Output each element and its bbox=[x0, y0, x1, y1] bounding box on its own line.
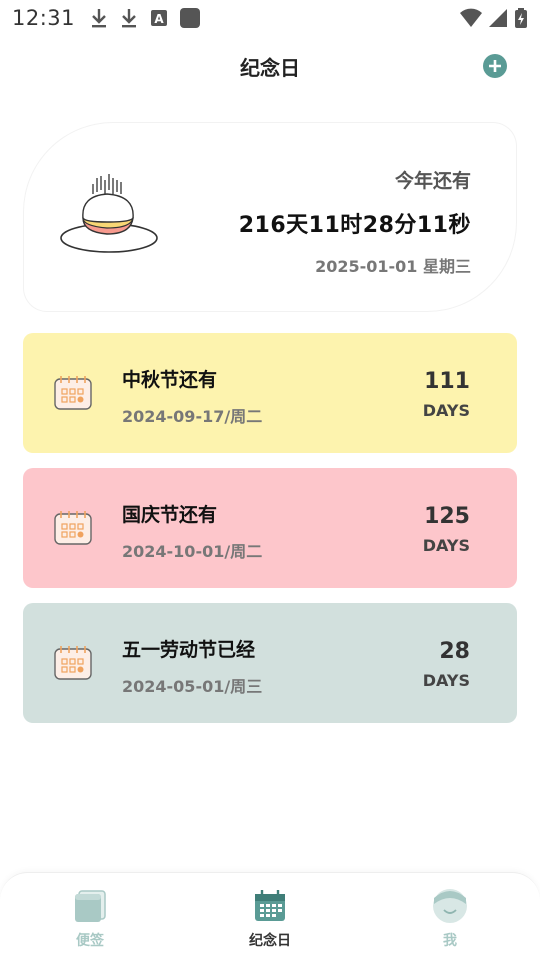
nav-item-anniversary[interactable]: 纪念日 bbox=[180, 873, 360, 960]
hero-label: 今年还有 bbox=[394, 170, 471, 192]
hero-countdown: 216天11时28分11秒 bbox=[238, 213, 471, 238]
calendar-icon bbox=[54, 511, 92, 545]
calendar-icon bbox=[252, 888, 288, 924]
svg-text:A: A bbox=[154, 12, 164, 26]
nav-label-me: 我 bbox=[443, 933, 457, 949]
hero-text: 今年还有 216天11时28分11秒 2025-01-01 星期三 bbox=[239, 166, 471, 277]
nav-label-notes: 便签 bbox=[76, 933, 104, 949]
status-bar: 12:31 A bbox=[0, 0, 540, 36]
event-days-count: 28 bbox=[439, 639, 470, 664]
event-title: 中秋节还有 bbox=[122, 369, 218, 391]
event-days-count: 111 bbox=[424, 369, 470, 394]
nav-item-me[interactable]: 我 bbox=[360, 873, 540, 960]
calendar-icon bbox=[54, 646, 92, 680]
new-year-countdown-card[interactable]: 今年还有 216天11时28分11秒 2025-01-01 星期三 bbox=[23, 122, 517, 312]
event-date: 2024-09-17/周二 bbox=[122, 407, 263, 426]
font-a-icon: A bbox=[151, 10, 168, 26]
bottom-nav: 便签 纪念日 我 bbox=[0, 872, 540, 960]
notification-icons: A bbox=[89, 7, 201, 29]
nav-item-notes[interactable]: 便签 bbox=[0, 873, 180, 960]
system-icons bbox=[460, 7, 528, 29]
event-card[interactable]: 中秋节还有 2024-09-17/周二 111 DAYS bbox=[23, 333, 517, 453]
event-card[interactable]: 国庆节还有 2024-10-01/周二 125 DAYS bbox=[23, 468, 517, 588]
plus-circle-icon bbox=[489, 60, 501, 72]
event-days-unit: DAYS bbox=[422, 671, 470, 690]
add-anniversary-button[interactable] bbox=[483, 54, 507, 78]
signal-icon bbox=[489, 9, 507, 27]
header: 纪念日 bbox=[0, 44, 540, 88]
hero-date: 2025-01-01 星期三 bbox=[315, 257, 471, 276]
event-title: 五一劳动节已经 bbox=[122, 639, 256, 661]
event-days-unit: DAYS bbox=[422, 401, 470, 420]
wifi-icon bbox=[460, 8, 482, 27]
event-date: 2024-10-01/周二 bbox=[122, 542, 263, 561]
nav-label-anniversary: 纪念日 bbox=[249, 933, 291, 949]
event-card[interactable]: 五一劳动节已经 2024-05-01/周三 28 DAYS bbox=[23, 603, 517, 723]
download-icon bbox=[92, 9, 107, 28]
calendar-icon bbox=[54, 376, 92, 410]
battery-charging-icon bbox=[515, 8, 527, 28]
profile-face-icon bbox=[432, 888, 468, 924]
event-title: 国庆节还有 bbox=[122, 504, 218, 526]
download-icon bbox=[122, 9, 137, 28]
notes-icon bbox=[72, 888, 108, 924]
page-title: 纪念日 bbox=[240, 55, 300, 80]
event-date: 2024-05-01/周三 bbox=[122, 677, 263, 696]
status-time: 12:31 bbox=[12, 6, 76, 30]
event-days-count: 125 bbox=[424, 504, 470, 529]
birthday-cake-icon bbox=[60, 174, 158, 253]
event-days-unit: DAYS bbox=[422, 536, 470, 555]
app-square-icon bbox=[180, 8, 201, 28]
